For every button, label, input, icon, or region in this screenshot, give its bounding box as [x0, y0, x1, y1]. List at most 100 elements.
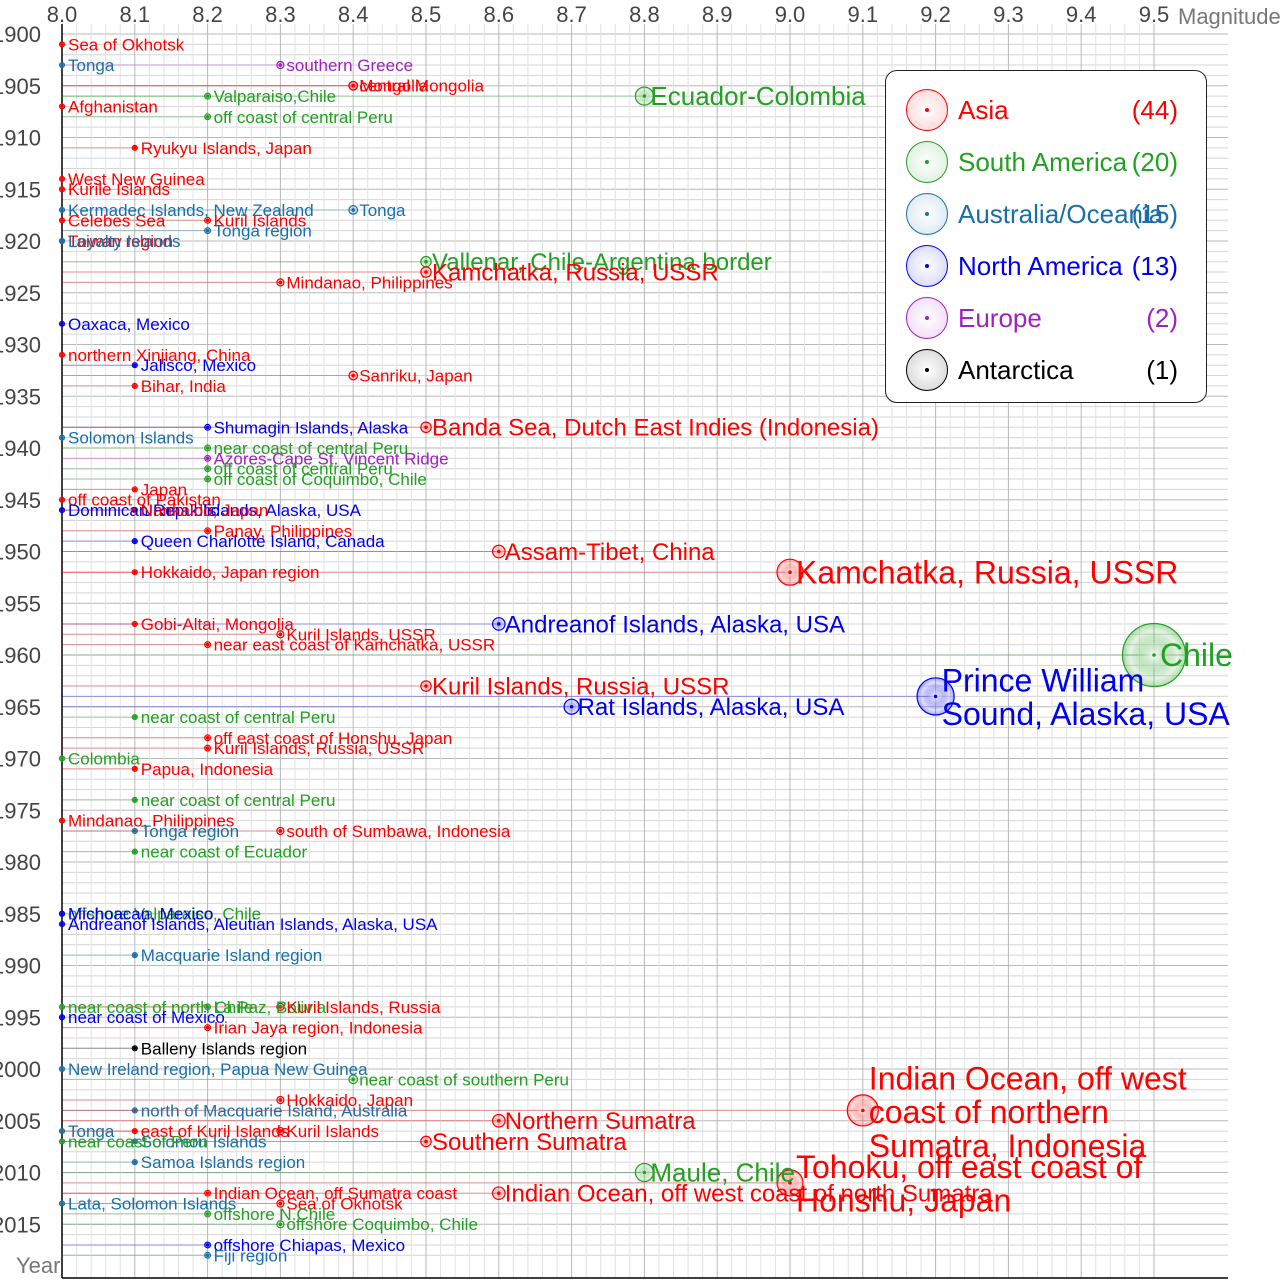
earthquake-label: off coast of central Peru — [214, 108, 393, 127]
y-tick-label: 1940 — [0, 436, 41, 461]
y-tick-label: 2010 — [0, 1161, 41, 1186]
earthquake-center-dot — [133, 539, 137, 543]
earthquake-center-dot — [60, 187, 64, 192]
earthquake-center-dot — [60, 239, 64, 243]
earthquake-label: near coast of central Peru — [141, 791, 336, 810]
x-tick-label: 8.9 — [702, 2, 733, 27]
y-tick-label: 1925 — [0, 281, 41, 306]
y-tick-label: 1945 — [0, 488, 41, 513]
europe-bubble-icon — [906, 297, 948, 339]
earthquake-center-dot — [351, 83, 356, 88]
earthquake-center-dot — [133, 622, 137, 626]
earthquake-label: Tonga region — [141, 822, 239, 841]
y-tick-label: 1955 — [0, 591, 41, 616]
earthquake-label: near east coast of Kamchatka, USSR — [214, 636, 496, 655]
earthquake-label: Valparaiso,Chile — [214, 87, 337, 106]
earthquake-center-dot — [424, 684, 428, 688]
earthquake-center-dot — [205, 446, 210, 450]
earthquake-label: Mindanao, Philippines — [286, 273, 452, 292]
earthquake-center-dot — [205, 1243, 210, 1247]
x-tick-label: 8.6 — [484, 2, 515, 27]
earthquake-label: Tonga region — [214, 222, 312, 241]
earthquake-center-dot — [60, 756, 64, 761]
earthquake-center-dot — [642, 94, 647, 98]
earthquake-label: off coast of Coquimbo, Chile — [214, 470, 427, 489]
earthquake-label: Tonga — [359, 201, 406, 220]
earthquake-center-dot — [60, 922, 64, 926]
earthquake-label: Rat Islands, Alaska, USA — [578, 694, 845, 721]
earthquake-label: Shumagin Islands, Alaska — [214, 418, 409, 437]
earthquake-label: Andreanof Islands, Aleutian Islands, Ala… — [68, 915, 438, 934]
y-tick-label: 1900 — [0, 22, 41, 47]
earthquake-center-dot — [205, 115, 210, 119]
earthquake-label: Kuril Islands, Russia, USSR — [214, 739, 425, 758]
earthquake-label: Kurile Islands — [68, 180, 170, 199]
y-tick-label: 1920 — [0, 229, 41, 254]
north-america-bubble-icon — [906, 245, 948, 287]
y-tick-label: 1910 — [0, 126, 41, 151]
x-tick-label: 8.4 — [338, 2, 369, 27]
earthquake-center-dot — [205, 642, 210, 647]
earthquake-center-dot — [205, 466, 210, 471]
earthquake-center-dot — [60, 104, 64, 109]
earthquake-label: Ryukyu Islands, Japan — [141, 139, 312, 158]
earthquake-center-dot — [205, 425, 210, 430]
legend-item-oceania: Australia/Oceania (15) — [886, 189, 1206, 241]
earthquake-label: Lata, Solomon Islands — [68, 1195, 236, 1214]
x-tick-label: 9.1 — [848, 2, 879, 27]
earthquake-label: Samoa Islands region — [141, 1153, 305, 1172]
earthquake-center-dot — [205, 228, 210, 233]
earthquake-label: Sanriku, Japan — [359, 367, 472, 386]
earthquake-center-dot — [205, 746, 210, 750]
x-tick-label: 8.3 — [265, 2, 296, 27]
earthquake-center-dot — [60, 1067, 64, 1071]
legend-count: (20) — [1131, 147, 1178, 177]
x-tick-label: 9.3 — [993, 2, 1024, 27]
x-tick-label: 8.1 — [120, 2, 151, 27]
y-tick-label: 1950 — [0, 540, 41, 565]
earthquake-center-dot — [278, 280, 283, 285]
earthquake-center-dot — [60, 353, 64, 357]
earthquake-label: Gobi-Altai, Mongolia — [141, 615, 295, 634]
earthquake-center-dot — [133, 1160, 137, 1164]
x-tick-label: 9.0 — [775, 2, 806, 27]
earthquake-center-dot — [60, 1005, 64, 1009]
earthquake-center-dot — [60, 911, 64, 916]
earthquake-center-dot — [788, 570, 792, 574]
earthquake-center-dot — [60, 177, 64, 181]
legend-item-south-america: South America (20) — [886, 137, 1206, 189]
earthquake-label: Queen Charlotte Island, Canada — [141, 532, 385, 551]
earthquake-label: Hokkaido, Japan region — [141, 563, 320, 582]
y-tick-label: 1935 — [0, 384, 41, 409]
earthquake-center-dot — [60, 435, 64, 440]
earthquake-center-dot — [60, 497, 64, 502]
earthquake-label: Bihar, India — [141, 377, 227, 396]
earthquake-center-dot — [278, 829, 283, 833]
earthquake-label: Chile — [1160, 637, 1233, 673]
earthquake-label: offshore Coquimbo, Chile — [286, 1215, 478, 1234]
x-tick-label: 8.0 — [47, 2, 78, 27]
earthquake-label: south of Sumbawa, Indonesia — [286, 822, 511, 841]
earthquake-label: Afghanistan — [68, 97, 158, 116]
earthquake-center-dot — [278, 63, 283, 67]
earthquake-center-dot — [133, 384, 137, 388]
earthquake-center-dot — [424, 425, 428, 430]
earthquake-label: Ecuador-Colombia — [650, 81, 866, 111]
legend-count: (1) — [1146, 355, 1178, 385]
earthquake-center-dot — [133, 715, 137, 719]
earthquake-label: Celebes Sea — [68, 211, 166, 230]
earthquake-label: Banda Sea, Dutch East Indies (Indonesia) — [432, 415, 879, 442]
earthquake-center-dot — [133, 953, 137, 957]
earthquake-label: Fiji region — [214, 1246, 288, 1265]
earthquake-label: Indian Ocean, off west coast of north Su… — [505, 1181, 993, 1208]
x-tick-label: 8.7 — [556, 2, 587, 27]
earthquake-label: near coast of central Peru — [141, 708, 336, 727]
earthquake-center-dot — [933, 694, 938, 699]
earthquake-label: Oaxaca, Mexico — [68, 315, 190, 334]
earthquake-center-dot — [861, 1108, 865, 1113]
earthquake-label: Kamchatka, Russia, USSR — [796, 554, 1178, 590]
legend-item-antarctica: Antarctica (1) — [886, 345, 1206, 397]
earthquake-label: central Mongolia — [359, 77, 484, 96]
antarctica-bubble-icon — [906, 349, 948, 391]
earthquake-center-dot — [424, 259, 428, 264]
